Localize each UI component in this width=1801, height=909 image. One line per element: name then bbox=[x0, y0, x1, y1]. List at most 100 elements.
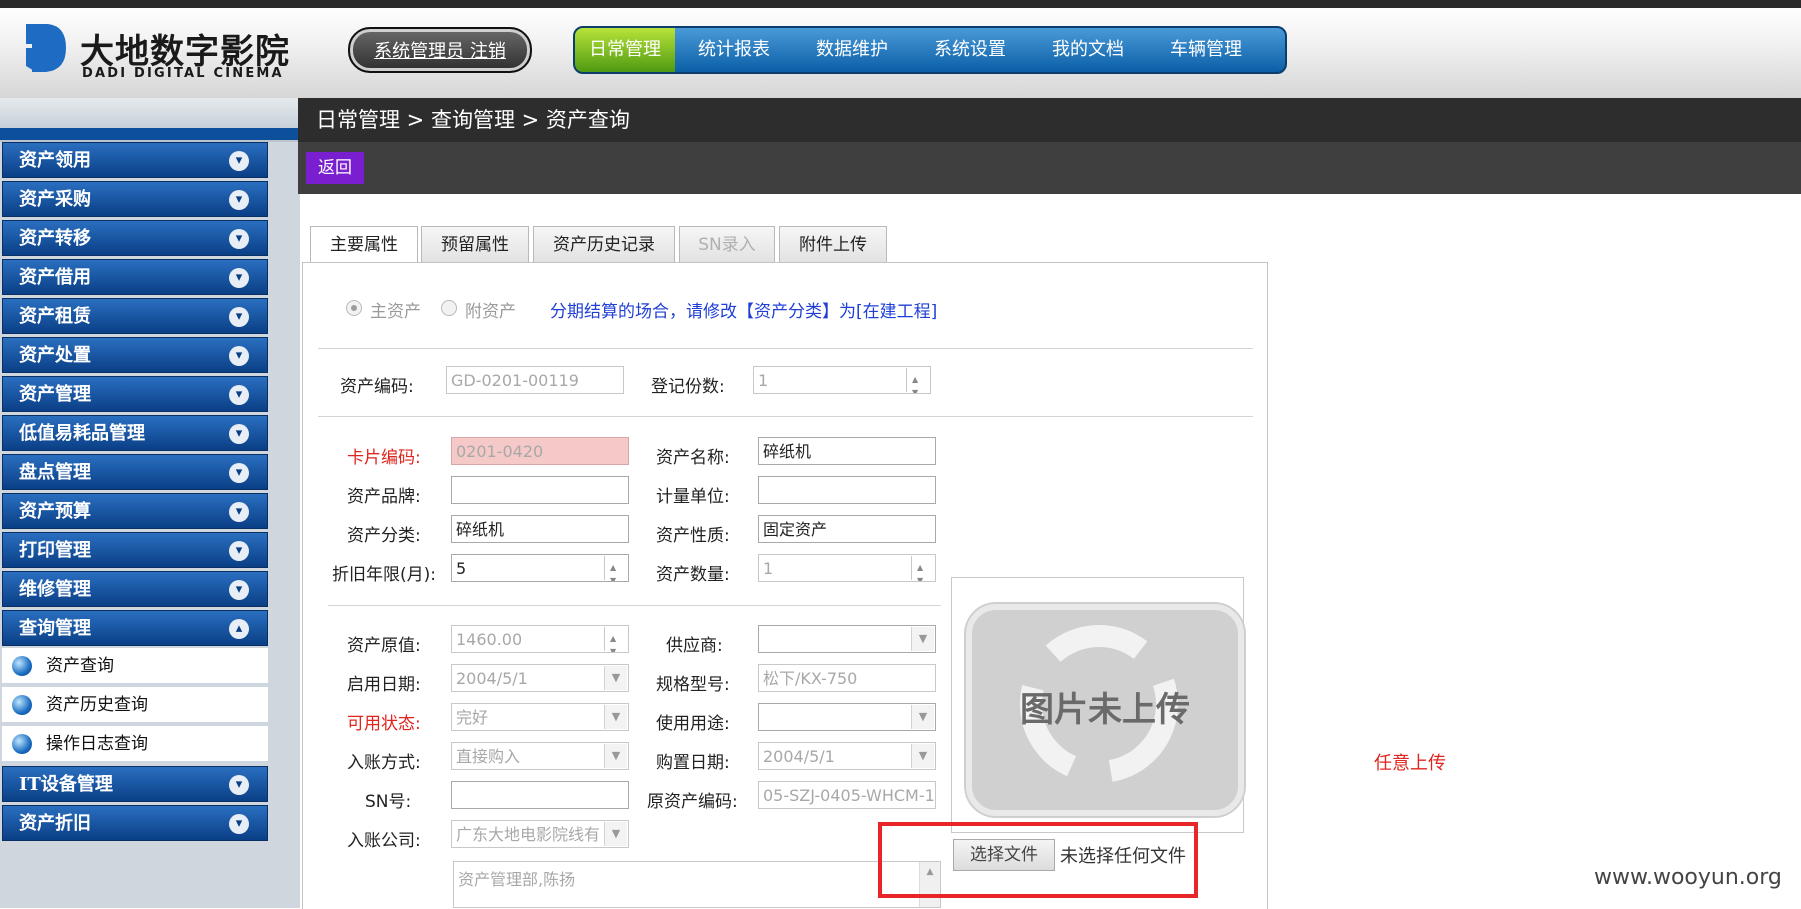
admin-logout-button[interactable]: 系统管理员 注销 bbox=[348, 27, 532, 73]
top-nav-reports[interactable]: 统计报表 bbox=[675, 28, 793, 72]
card-code-label: 卡片编码: bbox=[347, 448, 421, 468]
nature-field[interactable]: 固定资产 bbox=[758, 515, 936, 543]
radio-main-asset[interactable] bbox=[346, 300, 362, 316]
sidebar-item-consumables[interactable]: 低值易耗品管理 ▾ bbox=[2, 415, 268, 451]
orig-value-field: 1460.00 bbox=[451, 625, 629, 653]
chevron-down-icon: ▾ bbox=[229, 463, 249, 483]
sidebar-item-label: 资产折旧 bbox=[19, 813, 91, 834]
sidebar-item-borrow[interactable]: 资产借用 ▾ bbox=[2, 259, 268, 295]
company-select: 广东大地电影院线有 ▼ bbox=[451, 820, 629, 848]
sidebar-item-asset-mgmt[interactable]: 资产管理 ▾ bbox=[2, 376, 268, 412]
brand-field[interactable] bbox=[451, 476, 629, 504]
chevron-down-icon: ▾ bbox=[229, 541, 249, 561]
radio-sub-asset[interactable] bbox=[441, 300, 457, 316]
status-value: 完好 bbox=[456, 708, 489, 727]
sidebar-item-repair[interactable]: 维修管理 ▾ bbox=[2, 571, 268, 607]
chevron-down-icon: ▼ bbox=[604, 822, 627, 846]
sidebar-item-query[interactable]: 查询管理 ▴ bbox=[2, 610, 268, 646]
start-date-label: 启用日期: bbox=[347, 675, 421, 695]
orig-code-field: 05-SZJ-0405-WHCM-1 bbox=[758, 781, 936, 809]
tab-attachments[interactable]: 附件上传 bbox=[779, 226, 887, 262]
chevron-down-icon: ▾ bbox=[229, 346, 249, 366]
sidebar-item-budget[interactable]: 资产预算 ▾ bbox=[2, 493, 268, 529]
chevron-down-icon: ▼ bbox=[911, 744, 934, 768]
stepper-icon[interactable] bbox=[604, 555, 627, 581]
sidebar-item-label: 维修管理 bbox=[19, 579, 91, 600]
top-nav-daily[interactable]: 日常管理 bbox=[575, 28, 675, 72]
chevron-down-icon: ▾ bbox=[229, 580, 249, 600]
usage-label: 使用用途: bbox=[656, 714, 730, 734]
sidebar-item-label: 资产采购 bbox=[19, 189, 91, 210]
stepper-icon bbox=[604, 626, 627, 652]
top-nav-data[interactable]: 数据维护 bbox=[793, 28, 911, 72]
sidebar-item-disposal[interactable]: 资产处置 ▾ bbox=[2, 337, 268, 373]
chevron-down-icon: ▼ bbox=[604, 744, 627, 768]
sidebar-subitem-log-query[interactable]: 操作日志查询 bbox=[2, 726, 268, 762]
asset-name-field[interactable]: 碎纸机 bbox=[758, 437, 936, 465]
brand-label: 资产品牌: bbox=[347, 487, 421, 507]
department-textarea[interactable]: 资产管理部,陈扬 ▲ bbox=[453, 861, 941, 908]
logo-name-en: DADI DIGITAL CINEMA bbox=[82, 66, 284, 81]
spec-field: 松下/KX-750 bbox=[758, 664, 936, 692]
tab-main-attributes[interactable]: 主要属性 bbox=[310, 226, 418, 263]
chevron-down-icon: ▾ bbox=[229, 151, 249, 171]
orig-code-label: 原资产编码: bbox=[647, 792, 738, 812]
sidebar-subitem-asset-query[interactable]: 资产查询 bbox=[2, 648, 268, 684]
chevron-down-icon: ▼ bbox=[604, 666, 627, 690]
logo: 大地数字影院 DADI DIGITAL CINEMA bbox=[22, 22, 292, 82]
sidebar-item-label: IT设备管理 bbox=[19, 774, 113, 795]
unit-field[interactable] bbox=[758, 476, 936, 504]
company-label: 入账公司: bbox=[347, 831, 421, 851]
chevron-down-icon: ▾ bbox=[229, 307, 249, 327]
stepper-icon bbox=[906, 367, 929, 393]
sidebar-item-transfer[interactable]: 资产转移 ▾ bbox=[2, 220, 268, 256]
card-code-field: 0201-0420 bbox=[451, 437, 629, 465]
usage-select[interactable]: ▼ bbox=[758, 703, 936, 731]
sn-field[interactable] bbox=[451, 781, 629, 809]
divider bbox=[318, 348, 1253, 349]
sidebar-item-print[interactable]: 打印管理 ▾ bbox=[2, 532, 268, 568]
chevron-down-icon: ▾ bbox=[229, 424, 249, 444]
sidebar-subitem-history-query[interactable]: 资产历史查询 bbox=[2, 687, 268, 723]
image-placeholder-text: 图片未上传 bbox=[1020, 690, 1190, 730]
chevron-up-icon: ▴ bbox=[229, 619, 249, 639]
sn-label: SN号: bbox=[365, 792, 412, 812]
sidebar-item-purchase[interactable]: 资产采购 ▾ bbox=[2, 181, 268, 217]
tab-history[interactable]: 资产历史记录 bbox=[533, 226, 675, 262]
globe-icon bbox=[12, 656, 32, 676]
depreciation-label: 折旧年限(月): bbox=[332, 565, 436, 585]
supplier-select[interactable]: ▼ bbox=[758, 625, 936, 653]
supplier-label: 供应商: bbox=[666, 636, 723, 656]
category-label: 资产分类: bbox=[347, 526, 421, 546]
radio-sub-asset-label: 附资产 bbox=[465, 302, 516, 322]
top-nav-vehicles[interactable]: 车辆管理 bbox=[1147, 28, 1265, 72]
unit-label: 计量单位: bbox=[656, 487, 730, 507]
sidebar-item-label: 资产处置 bbox=[19, 345, 91, 366]
start-date-value: 2004/5/1 bbox=[456, 669, 528, 688]
sidebar-item-asset-use[interactable]: 资产领用 ▾ bbox=[2, 142, 268, 178]
tab-sn-entry: SN录入 bbox=[679, 226, 775, 262]
logo-mark-icon bbox=[26, 24, 66, 72]
sidebar-item-lease[interactable]: 资产租赁 ▾ bbox=[2, 298, 268, 334]
chevron-down-icon: ▾ bbox=[229, 814, 249, 834]
sidebar-item-label: 盘点管理 bbox=[19, 462, 91, 483]
reg-count-value: 1 bbox=[758, 371, 769, 390]
status-label: 可用状态: bbox=[347, 714, 421, 734]
chevron-down-icon: ▾ bbox=[229, 229, 249, 249]
category-field[interactable]: 碎纸机 bbox=[451, 515, 629, 543]
depreciation-field[interactable]: 5 bbox=[451, 554, 629, 582]
sidebar-item-depreciation[interactable]: 资产折旧 ▾ bbox=[2, 805, 268, 841]
orig-value-label: 资产原值: bbox=[347, 636, 421, 656]
top-nav-docs[interactable]: 我的文档 bbox=[1029, 28, 1147, 72]
tab-reserved-attributes[interactable]: 预留属性 bbox=[421, 226, 529, 262]
chevron-down-icon: ▼ bbox=[911, 627, 934, 651]
sidebar-item-inventory[interactable]: 盘点管理 ▾ bbox=[2, 454, 268, 490]
top-nav-settings[interactable]: 系统设置 bbox=[911, 28, 1029, 72]
status-select: 完好 ▼ bbox=[451, 703, 629, 731]
divider bbox=[318, 416, 1253, 417]
chevron-down-icon: ▾ bbox=[229, 268, 249, 288]
sidebar-item-it-devices[interactable]: IT设备管理 ▾ bbox=[2, 766, 268, 802]
toolbar bbox=[298, 142, 1801, 194]
back-button[interactable]: 返回 bbox=[306, 152, 364, 184]
image-placeholder: 图片未上传 bbox=[966, 604, 1244, 816]
